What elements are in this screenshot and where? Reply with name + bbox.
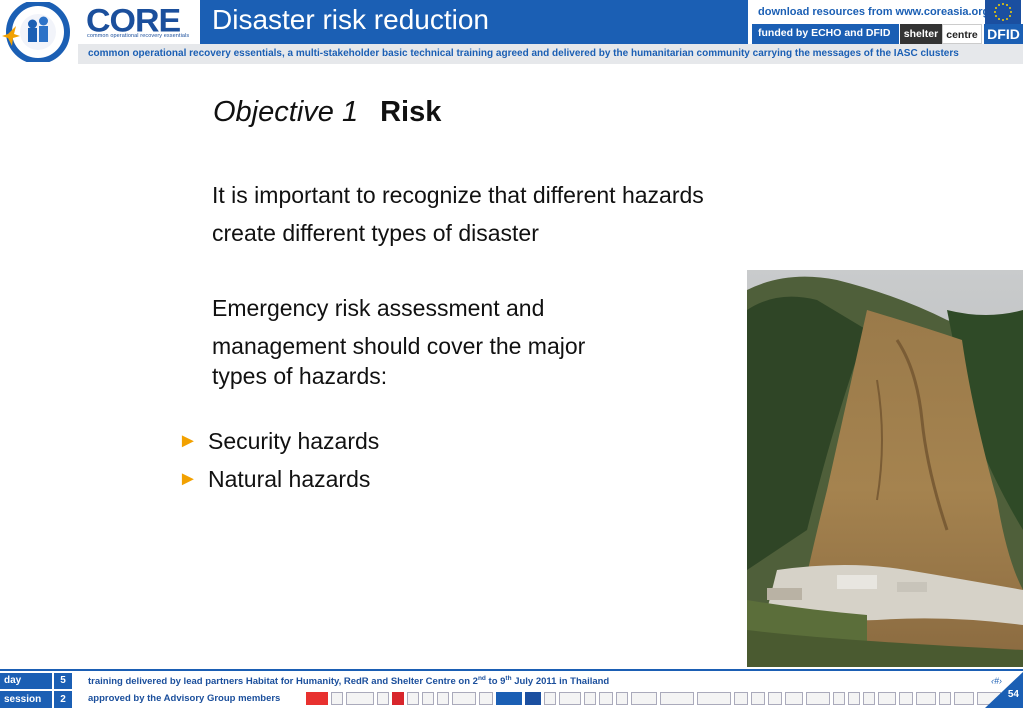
partner-logo-icon [863, 691, 875, 705]
training-sup-nd: nd [477, 675, 486, 682]
funded-text: funded by ECHO and DFID [758, 27, 891, 39]
approved-text: approved by the Advisory Group members [88, 693, 281, 704]
partner-logo-icon [479, 691, 493, 705]
triangle-bullet-icon: ► [178, 468, 198, 490]
paragraph-hazards: It is important to recognize that differ… [212, 176, 812, 252]
partner-logo-icon [584, 691, 596, 705]
hazard-list: ► Security hazards ► Natural hazards [178, 422, 379, 498]
header: CORE common operational recovery essenti… [0, 0, 1023, 64]
shelter-logo-label: shelter [900, 24, 942, 44]
dfid-logo-label: DFID [984, 24, 1023, 44]
paragraph1-line2: create different types of disaster [212, 220, 539, 246]
eu-flag-icon [985, 0, 1021, 24]
paragraph2-line3: types of hazards: [212, 363, 388, 389]
training-text: training delivered by lead partners Habi… [88, 675, 609, 687]
centre-logo-label: centre [942, 24, 982, 44]
day-label: day [0, 673, 52, 689]
partner-logo-icon [544, 691, 556, 705]
partner-logo-icon [559, 691, 581, 705]
partner-logo-icon [331, 691, 343, 705]
partner-logo-icon [616, 691, 628, 705]
paragraph2-line2: management should cover the major [212, 333, 586, 359]
core-badge-logo [2, 2, 70, 62]
training-text-b: to 9 [485, 676, 506, 688]
objective-title: Risk [380, 96, 442, 128]
triangle-bullet-icon: ► [178, 430, 198, 452]
partner-logo-icon [697, 691, 731, 705]
partner-logo-icon [452, 691, 476, 705]
list-item-label: Security hazards [208, 428, 380, 454]
training-text-c: July 2011 in Thailand [511, 676, 610, 688]
funded-bar: funded by ECHO and DFID [752, 24, 899, 44]
page-number: 54 [1007, 689, 1019, 700]
partner-logo-icon [899, 691, 913, 705]
landslide-photo [747, 270, 1023, 667]
partner-logo-icon [306, 691, 328, 705]
partner-logo-icon [833, 691, 845, 705]
partner-logo-icon [939, 691, 951, 705]
partner-logo-icon [631, 691, 657, 705]
day-value: 5 [54, 673, 72, 689]
objective-label: Objective 1 [213, 96, 359, 128]
partner-logo-icon [954, 691, 974, 705]
objective-heading: Objective 1 Risk [213, 96, 441, 129]
footer-divider [0, 669, 1023, 671]
partner-logo-icon [346, 691, 374, 705]
partner-logo-icon [734, 691, 748, 705]
partner-logo-icon [525, 691, 541, 705]
list-item: ► Security hazards [178, 422, 379, 460]
partner-logo-icon [437, 691, 449, 705]
download-link[interactable]: download resources from www.coreasia.org [758, 6, 989, 18]
partner-logo-icon [660, 691, 694, 705]
paragraph-assessment: Emergency risk assessment and management… [212, 289, 672, 391]
partner-logo-icon [848, 691, 860, 705]
tagline: common operational recovery essentials, … [88, 48, 959, 59]
brand-subtitle: common operational recovery essentials [87, 33, 190, 39]
title-bar: Disaster risk reduction [200, 0, 748, 44]
tagline-bar: common operational recovery essentials, … [78, 44, 1023, 64]
session-value: 2 [54, 691, 72, 708]
partner-logo-icon [751, 691, 765, 705]
paragraph2-line1: Emergency risk assessment and [212, 295, 545, 321]
partner-logo-icon [599, 691, 613, 705]
partner-logo-icon [785, 691, 803, 705]
paragraph1-line1: It is important to recognize that differ… [212, 182, 704, 208]
svg-text:‹#›: ‹#› [991, 676, 1002, 686]
training-text-a: training delivered by lead partners Habi… [88, 676, 478, 688]
partner-logo-icon [806, 691, 830, 705]
partner-logo-strip [306, 690, 1001, 706]
partner-logo-icon [878, 691, 896, 705]
partner-logo-icon [496, 691, 522, 705]
session-label: session [0, 691, 52, 708]
partner-logo-icon [422, 691, 434, 705]
partner-logo-icon [768, 691, 782, 705]
list-item: ► Natural hazards [178, 460, 379, 498]
partner-logo-icon [377, 691, 389, 705]
list-item-label: Natural hazards [208, 466, 371, 492]
partner-logo-icon [916, 691, 936, 705]
page-title: Disaster risk reduction [212, 4, 489, 35]
partner-logo-icon [392, 691, 404, 705]
partner-logo-icon [407, 691, 419, 705]
